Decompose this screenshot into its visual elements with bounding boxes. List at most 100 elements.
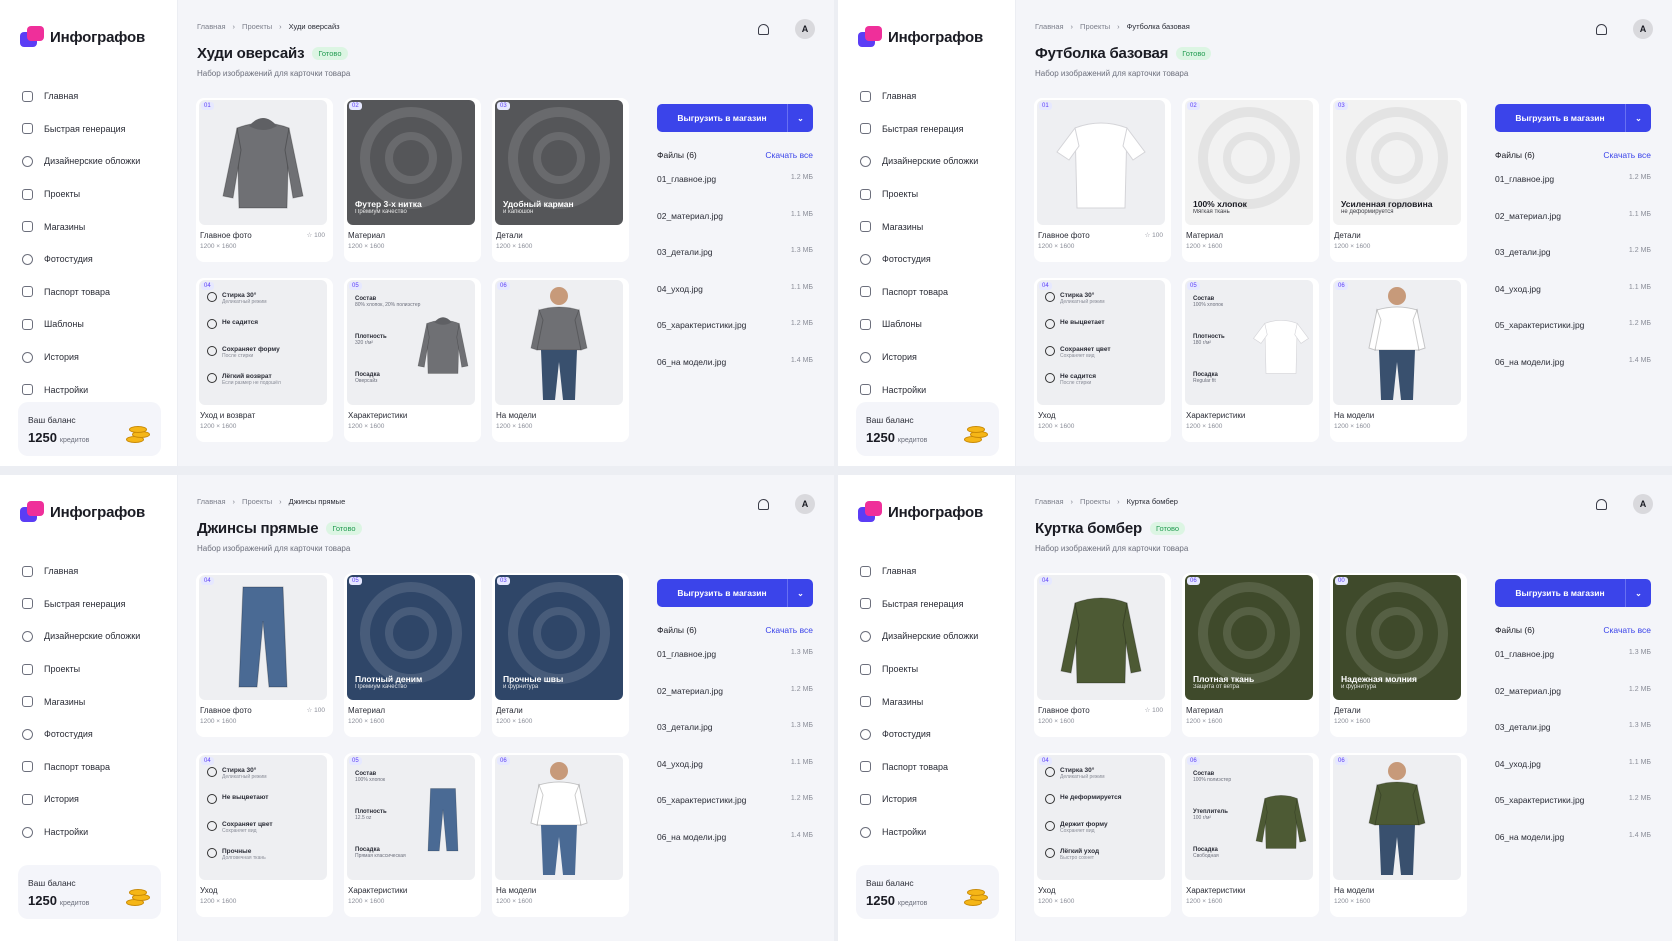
card-image[interactable]: 03 Усиленная горловина не деформируется: [1333, 100, 1461, 225]
download-all-link[interactable]: Скачать все: [765, 625, 813, 635]
card-image[interactable]: 05 Состав 100% хлопок Плотность 180 г/м²…: [1185, 280, 1313, 405]
download-all-link[interactable]: Скачать все: [765, 150, 813, 160]
bell-icon[interactable]: [1596, 24, 1607, 35]
sidebar-item[interactable]: Шаблоны: [22, 308, 172, 341]
image-card[interactable]: 06 Плотная ткань Защита от ветра Материа…: [1182, 573, 1319, 737]
image-card[interactable]: 04 Стирка 30° Деликатный режим Не выцвет…: [196, 753, 333, 917]
image-card[interactable]: 04 Главное фото 1200 × 1600 ☆ 100: [1034, 573, 1171, 737]
image-card[interactable]: 02 Футер 3-х нитка Премиум качество Мате…: [344, 98, 481, 262]
file-row[interactable]: 04_уход.jpg 1.1 МБ: [1495, 284, 1651, 321]
file-row[interactable]: 04_уход.jpg 1.1 МБ: [1495, 759, 1651, 796]
card-image[interactable]: 05 Состав 80% хлопок, 20% полиэстер Плот…: [347, 280, 475, 405]
file-row[interactable]: 04_уход.jpg 1.1 МБ: [657, 759, 813, 796]
file-row[interactable]: 02_материал.jpg 1.2 МБ: [1495, 686, 1651, 723]
image-card[interactable]: 06 На модели 1200 × 1600: [492, 278, 629, 442]
card-image[interactable]: 03 Прочные швы и фурнитура: [495, 575, 623, 700]
card-image[interactable]: 06: [495, 755, 623, 880]
logo[interactable]: Инфографов: [20, 26, 145, 48]
image-card[interactable]: 03 Удобный карман и капюшон Детали 1200 …: [492, 98, 629, 262]
image-card[interactable]: 05 Состав 100% хлопок Плотность 180 г/м²…: [1182, 278, 1319, 442]
image-card[interactable]: 02 100% хлопок Мягкая ткань Материал 120…: [1182, 98, 1319, 262]
card-image[interactable]: 04: [199, 575, 327, 700]
sidebar-item[interactable]: Магазины: [22, 685, 172, 718]
sidebar-item[interactable]: История: [22, 783, 172, 816]
sidebar-item[interactable]: Шаблоны: [860, 308, 1010, 341]
breadcrumb-item[interactable]: Проекты: [1080, 497, 1110, 506]
file-row[interactable]: 03_детали.jpg 1.3 МБ: [657, 247, 813, 284]
balance-card[interactable]: Ваш баланс 1250 кредитов: [856, 402, 999, 456]
breadcrumb-item[interactable]: Проекты: [1080, 22, 1110, 31]
file-row[interactable]: 06_на модели.jpg 1.4 МБ: [657, 357, 813, 394]
sidebar-item[interactable]: Магазины: [22, 210, 172, 243]
sidebar-item[interactable]: Проекты: [860, 178, 1010, 211]
balance-card[interactable]: Ваш баланс 1250 кредитов: [856, 865, 999, 919]
image-card[interactable]: 04 Стирка 30° Деликатный режим Не садитс…: [196, 278, 333, 442]
card-image[interactable]: 00 Надежная молния и фурнитура: [1333, 575, 1461, 700]
card-image[interactable]: 01: [199, 100, 327, 225]
breadcrumb-item[interactable]: Главная: [1035, 22, 1064, 31]
card-image[interactable]: 02 100% хлопок Мягкая ткань: [1185, 100, 1313, 225]
file-row[interactable]: 01_главное.jpg 1.3 МБ: [1495, 649, 1651, 686]
file-row[interactable]: 02_материал.jpg 1.1 МБ: [1495, 211, 1651, 248]
sidebar-item[interactable]: Фотостудия: [22, 243, 172, 276]
card-image[interactable]: 06 Плотная ткань Защита от ветра: [1185, 575, 1313, 700]
sidebar-item[interactable]: Магазины: [860, 210, 1010, 243]
chevron-down-icon[interactable]: ⌄: [1625, 104, 1651, 132]
file-row[interactable]: 03_детали.jpg 1.3 МБ: [657, 722, 813, 759]
image-card[interactable]: 06 На модели 1200 × 1600: [1330, 278, 1467, 442]
card-image[interactable]: 03 Удобный карман и капюшон: [495, 100, 623, 225]
avatar[interactable]: A: [1633, 19, 1653, 39]
sidebar-item[interactable]: Паспорт товара: [860, 751, 1010, 784]
card-image[interactable]: 04 Стирка 30° Деликатный режим Не деформ…: [1037, 755, 1165, 880]
card-image[interactable]: 05 Состав 100% хлопок Плотность 12.5 oz …: [347, 755, 475, 880]
logo[interactable]: Инфографов: [20, 501, 145, 523]
image-card[interactable]: 06 Состав 100% полиэстер Утеплитель 100 …: [1182, 753, 1319, 917]
balance-card[interactable]: Ваш баланс 1250 кредитов: [18, 402, 161, 456]
sidebar-item[interactable]: Фотостудия: [22, 718, 172, 751]
image-card[interactable]: 04 Стирка 30° Деликатный режим Не выцвет…: [1034, 278, 1171, 442]
sidebar-item[interactable]: Настройки: [22, 816, 172, 849]
card-image[interactable]: 04 Стирка 30° Деликатный режим Не выцвет…: [1037, 280, 1165, 405]
sidebar-item[interactable]: Дизайнерские обложки: [860, 145, 1010, 178]
card-image[interactable]: 02 Футер 3-х нитка Премиум качество: [347, 100, 475, 225]
sidebar-item[interactable]: Магазины: [860, 685, 1010, 718]
file-row[interactable]: 06_на модели.jpg 1.4 МБ: [1495, 832, 1651, 869]
avatar[interactable]: A: [1633, 494, 1653, 514]
chevron-down-icon[interactable]: ⌄: [787, 104, 813, 132]
logo[interactable]: Инфографов: [858, 501, 983, 523]
file-row[interactable]: 05_характеристики.jpg 1.2 МБ: [1495, 320, 1651, 357]
file-row[interactable]: 06_на модели.jpg 1.4 МБ: [657, 832, 813, 869]
card-image[interactable]: 06: [495, 280, 623, 405]
export-button[interactable]: Выгрузить в магазин ⌄: [1495, 104, 1651, 132]
logo[interactable]: Инфографов: [858, 26, 983, 48]
sidebar-item[interactable]: Проекты: [22, 178, 172, 211]
image-card[interactable]: 06 На модели 1200 × 1600: [1330, 753, 1467, 917]
sidebar-item[interactable]: Главная: [860, 80, 1010, 113]
image-card[interactable]: 05 Плотный деним Премиум качество Матери…: [344, 573, 481, 737]
file-row[interactable]: 02_материал.jpg 1.2 МБ: [657, 686, 813, 723]
image-card[interactable]: 01 Главное фото 1200 × 1600 ☆ 100: [1034, 98, 1171, 262]
sidebar-item[interactable]: Главная: [860, 555, 1010, 588]
sidebar-item[interactable]: Быстрая генерация: [860, 588, 1010, 621]
image-card[interactable]: 01 Главное фото 1200 × 1600 ☆ 100: [196, 98, 333, 262]
file-row[interactable]: 04_уход.jpg 1.1 МБ: [657, 284, 813, 321]
file-row[interactable]: 02_материал.jpg 1.1 МБ: [657, 211, 813, 248]
card-image[interactable]: 04 Стирка 30° Деликатный режим Не выцвет…: [199, 755, 327, 880]
file-row[interactable]: 03_детали.jpg 1.2 МБ: [1495, 247, 1651, 284]
file-row[interactable]: 05_характеристики.jpg 1.2 МБ: [1495, 795, 1651, 832]
sidebar-item[interactable]: Дизайнерские обложки: [22, 620, 172, 653]
download-all-link[interactable]: Скачать все: [1603, 150, 1651, 160]
export-button[interactable]: Выгрузить в магазин ⌄: [1495, 579, 1651, 607]
breadcrumb-item[interactable]: Проекты: [242, 22, 272, 31]
image-card[interactable]: 04 Стирка 30° Деликатный режим Не деформ…: [1034, 753, 1171, 917]
image-card[interactable]: 03 Прочные швы и фурнитура Детали 1200 ×…: [492, 573, 629, 737]
sidebar-item[interactable]: Дизайнерские обложки: [860, 620, 1010, 653]
sidebar-item[interactable]: История: [860, 341, 1010, 374]
sidebar-item[interactable]: Проекты: [22, 653, 172, 686]
breadcrumb-item[interactable]: Главная: [1035, 497, 1064, 506]
sidebar-item[interactable]: Быстрая генерация: [22, 113, 172, 146]
sidebar-item[interactable]: Настройки: [860, 816, 1010, 849]
sidebar-item[interactable]: Проекты: [860, 653, 1010, 686]
sidebar-item[interactable]: Фотостудия: [860, 718, 1010, 751]
file-row[interactable]: 01_главное.jpg 1.3 МБ: [657, 649, 813, 686]
